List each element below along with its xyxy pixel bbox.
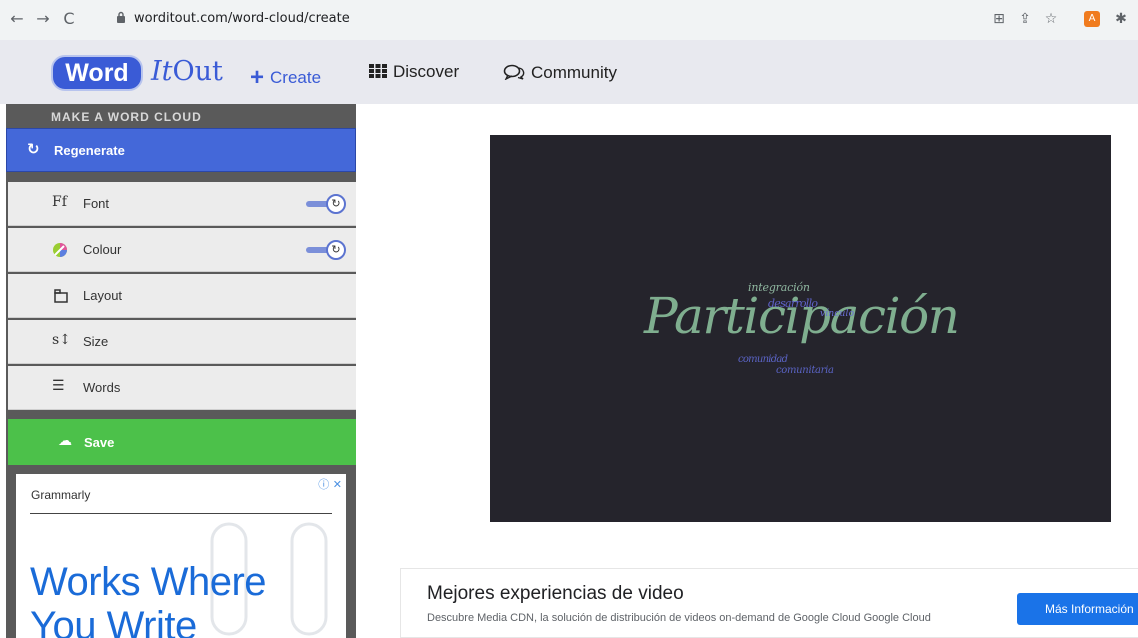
palette-icon [53,243,67,257]
cloud-word-desarrollo[interactable]: desarrollo [768,297,818,310]
nav-community[interactable]: Community [503,62,617,83]
ad-description: Descubre Media CDN, la solución de distr… [427,612,931,624]
browser-toolbar: ← → C worditout.com/word-cloud/create ⊞ … [0,0,1138,41]
word-cloud-canvas[interactable]: Participación integración desarrollo vín… [490,135,1111,522]
forward-icon[interactable]: → [34,10,52,28]
plus-icon: + [250,64,265,91]
sidebar-item-font[interactable]: Ff Font ↻ [8,182,356,226]
nav-discover[interactable]: Discover [369,62,459,82]
more-info-button[interactable]: Más Información [1017,593,1138,625]
chat-icon [503,64,525,81]
google-cloud-ad[interactable]: Mejores experiencias de video Descubre M… [400,568,1138,638]
sidebar-title: MAKE A WORD CLOUD [51,110,202,124]
logo-itout[interactable]: ItOut [151,56,223,87]
ad-close-icon[interactable]: ⓘ ✕ [318,476,342,492]
logo-word[interactable]: Word [51,55,143,91]
cloud-word-participacion[interactable]: Participación [643,287,960,345]
size-icon: s↕ [52,332,71,348]
cloud-word-vinculo[interactable]: vínculo [820,308,855,319]
cloud-upload-icon: ☁ [58,433,72,449]
extension-icon[interactable]: A [1084,11,1100,27]
refresh-icon: ↻ [326,194,346,214]
ad-title: Mejores experiencias de video [427,583,684,604]
reload-icon[interactable]: C [60,10,78,28]
regenerate-button[interactable]: ↻ Regenerate [6,128,356,172]
cloud-word-integracion[interactable]: integración [748,281,810,294]
divider [30,513,332,514]
words-icon: ☰ [52,378,65,394]
grid-icon [369,64,387,78]
sidebar-item-words[interactable]: ☰ Words [8,366,356,410]
bookmark-star-icon[interactable]: ☆ [1042,10,1060,28]
nav-create[interactable]: + Create [250,62,321,91]
colour-toggle[interactable]: ↻ [306,240,348,260]
font-icon: Ff [52,194,67,210]
lock-icon [117,11,125,23]
cloud-word-comunidad[interactable]: comunidad [738,354,788,365]
cloud-word-comunitaria[interactable]: comunitaria [776,365,834,376]
translate-icon[interactable]: ⊞ [990,10,1008,28]
back-icon[interactable]: ← [8,10,26,28]
refresh-icon: ↻ [326,240,346,260]
ad-headline: Works Where You Write [30,560,267,638]
sidebar-item-colour[interactable]: Colour ↻ [8,228,356,272]
font-toggle[interactable]: ↻ [306,194,348,214]
share-icon[interactable]: ⇪ [1016,10,1034,28]
save-button[interactable]: ☁ Save [8,419,356,465]
puzzle-icon[interactable]: ✱ [1112,10,1130,28]
grammarly-ad[interactable]: Grammarly ⓘ ✕ Works Where You Write [16,474,346,638]
refresh-icon: ↻ [27,140,40,158]
sidebar-item-size[interactable]: s↕ Size [8,320,356,364]
sidebar-item-layout[interactable]: Layout [8,274,356,318]
ad-brand: Grammarly [31,488,91,502]
word-cloud-svg: Participación integración desarrollo vín… [643,281,960,376]
layout-icon [54,289,68,303]
address-bar[interactable]: worditout.com/word-cloud/create [134,11,350,26]
